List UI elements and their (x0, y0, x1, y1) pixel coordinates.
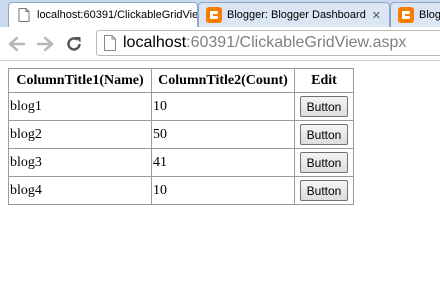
row-edit-button[interactable]: Button (299, 180, 349, 201)
cell-name: blog2 (8, 120, 152, 149)
url-text: localhost:60391/ClickableGridView.aspx (123, 34, 406, 52)
blogger-icon (398, 7, 414, 23)
tab-title: localhost:60391/ClickableGridView.aspx (37, 9, 197, 21)
cell-count: 10 (151, 92, 295, 121)
close-icon[interactable]: ✕ (372, 9, 381, 22)
url-host: localhost (123, 34, 187, 51)
clickable-gridview: ColumnTitle1(Name) ColumnTitle2(Count) E… (8, 68, 354, 205)
forward-arrow-icon[interactable] (34, 33, 56, 55)
back-arrow-icon[interactable] (6, 33, 28, 55)
cell-action: Button (294, 120, 354, 149)
header-row: ColumnTitle1(Name) ColumnTitle2(Count) E… (8, 68, 354, 93)
cell-action: Button (294, 92, 354, 121)
table-row: blog3 41 Button (8, 148, 354, 177)
url-path: :60391/ClickableGridView.aspx (186, 34, 407, 51)
cell-name: blog3 (8, 148, 152, 177)
cell-name: blog1 (8, 92, 152, 121)
tab-clickable-gridview[interactable]: localhost:60391/ClickableGridView.aspx (8, 2, 198, 27)
column-header-name: ColumnTitle1(Name) (8, 68, 152, 93)
table-row: blog1 10 Button (8, 92, 354, 121)
table-row: blog2 50 Button (8, 120, 354, 149)
cell-count: 41 (151, 148, 295, 177)
row-edit-button[interactable]: Button (299, 124, 349, 145)
browser-toolbar: localhost:60391/ClickableGridView.aspx (0, 27, 440, 61)
cell-count: 10 (151, 176, 295, 205)
cell-name: blog4 (8, 176, 152, 205)
table-row: blog4 10 Button (8, 176, 354, 205)
tab-title: Blogger: Blogger Dashboard (227, 9, 366, 21)
blogger-icon (206, 7, 222, 23)
reload-icon[interactable] (63, 33, 85, 55)
tab-blogger-dashboard[interactable]: Blogger: Blogger Dashboard ✕ (198, 2, 390, 27)
cell-action: Button (294, 176, 354, 205)
tab-blog[interactable]: Blog (390, 2, 440, 27)
row-edit-button[interactable]: Button (299, 152, 349, 173)
tab-title: Blog (419, 9, 440, 21)
cell-count: 50 (151, 120, 295, 149)
column-header-edit: Edit (294, 68, 354, 93)
cell-action: Button (294, 148, 354, 177)
page-content: ColumnTitle1(Name) ColumnTitle2(Count) E… (8, 68, 354, 205)
page-icon (16, 7, 32, 23)
page-icon (103, 35, 117, 51)
address-bar[interactable]: localhost:60391/ClickableGridView.aspx (96, 30, 440, 56)
column-header-count: ColumnTitle2(Count) (151, 68, 295, 93)
row-edit-button[interactable]: Button (299, 96, 349, 117)
tab-strip: localhost:60391/ClickableGridView.aspx B… (0, 0, 440, 27)
